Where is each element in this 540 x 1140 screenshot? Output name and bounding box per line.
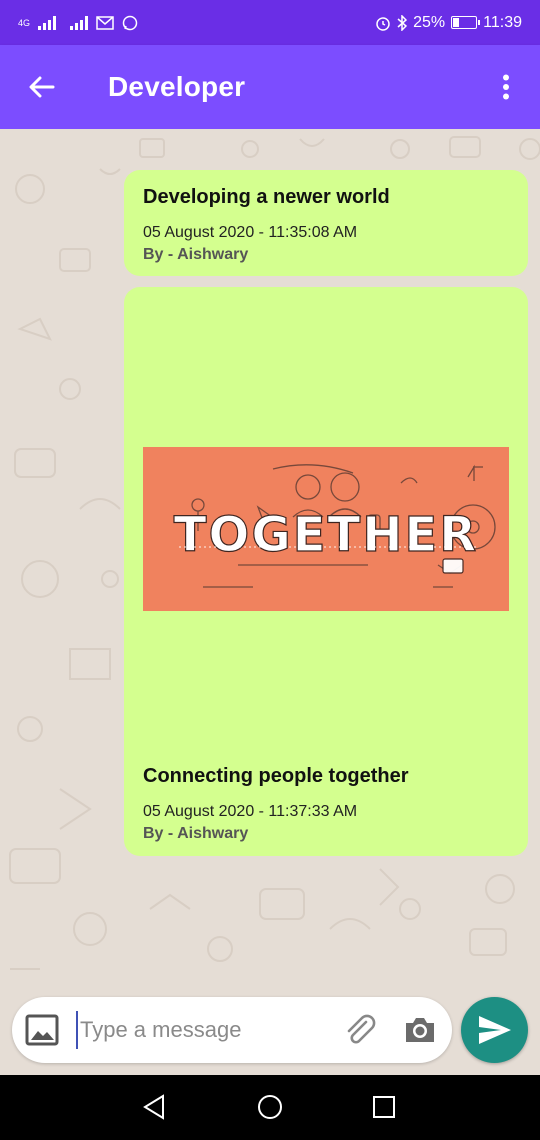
app-bar: Developer <box>0 45 540 129</box>
message-icon <box>96 15 114 30</box>
battery-icon <box>451 16 481 29</box>
message-input[interactable] <box>76 1011 336 1049</box>
camera-button[interactable] <box>400 1010 440 1050</box>
message-composer <box>12 997 452 1063</box>
gallery-button[interactable] <box>22 1010 62 1050</box>
image-icon <box>25 1014 59 1046</box>
signal-icon-2 <box>70 15 89 30</box>
whatsapp-icon <box>122 15 138 30</box>
message-bubble[interactable]: Developing a newer world 05 August 2020 … <box>124 170 528 276</box>
attach-button[interactable] <box>340 1010 380 1050</box>
status-right: 25% 11:39 <box>375 14 522 32</box>
message-image[interactable]: TOGETHER <box>143 447 509 611</box>
chat-area[interactable]: Developing a newer world 05 August 2020 … <box>0 129 540 995</box>
network-type: 4G <box>18 17 31 28</box>
paperclip-icon <box>347 1014 376 1044</box>
image-text: TOGETHER <box>174 507 478 563</box>
send-button[interactable] <box>461 997 528 1063</box>
status-left: 4G <box>18 15 138 31</box>
more-vert-icon <box>503 74 509 100</box>
overflow-menu-button[interactable] <box>486 67 526 107</box>
page-title: Developer <box>108 71 246 102</box>
arrow-back-icon <box>29 76 55 98</box>
bluetooth-icon <box>397 14 408 31</box>
camera-icon <box>406 1018 434 1042</box>
battery-percent: 25% <box>413 13 446 31</box>
message-title: Developing a newer world <box>143 186 390 208</box>
alarm-icon <box>376 16 390 31</box>
nav-recents-button[interactable] <box>366 1089 402 1125</box>
together-illustration: TOGETHER <box>173 464 496 588</box>
back-button[interactable] <box>0 45 84 129</box>
message-date: 05 August 2020 - 11:35:08 AM <box>143 224 358 241</box>
signal-icon <box>38 15 57 30</box>
message-author: By - Aishwary <box>143 825 249 842</box>
nav-home-icon <box>258 1095 282 1119</box>
clock: 11:39 <box>483 13 522 31</box>
nav-back-icon <box>143 1094 164 1120</box>
system-nav-bar <box>0 1075 540 1140</box>
message-date: 05 August 2020 - 11:37:33 AM <box>143 803 358 820</box>
nav-home-button[interactable] <box>252 1089 288 1125</box>
message-author: By - Aishwary <box>143 246 249 263</box>
message-bubble[interactable]: TOGETHER Connecting people together 05 A… <box>124 287 528 856</box>
nav-recents-icon <box>373 1096 395 1118</box>
nav-back-button[interactable] <box>136 1089 172 1125</box>
send-icon <box>478 1016 511 1044</box>
status-bar: 4G 25% 11:39 <box>0 0 540 45</box>
message-title: Connecting people together <box>143 765 409 787</box>
